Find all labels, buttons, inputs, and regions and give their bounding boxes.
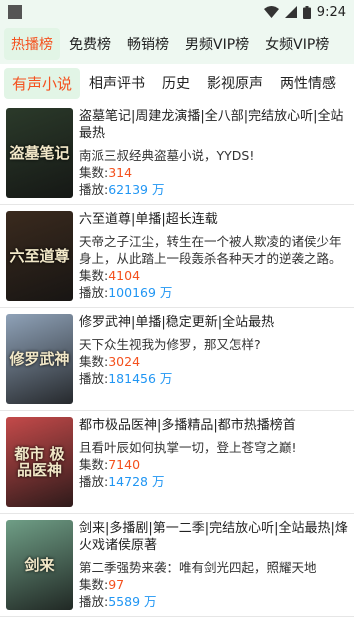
list-item[interactable]: 都市 极品医神 都市极品医神|多播精品|都市热播榜首 且看叶辰如何执掌一切，登上… — [0, 411, 354, 514]
primary-tabs: 热播榜 免费榜 畅销榜 男频VIP榜 女频VIP榜 — [0, 24, 354, 64]
tab-bestseller[interactable]: 畅销榜 — [120, 28, 176, 60]
play-value: 62139 万 — [108, 182, 165, 197]
cover-title: 剑来 — [24, 555, 55, 574]
book-info: 剑来|多播剧|第一二季|完结放心听|全站最热|烽火戏诸侯原著 第二季强势来袭：唯… — [73, 520, 350, 610]
play-count: 播放:181456 万 — [79, 370, 350, 387]
book-title: 修罗武神|单播|稳定更新|全站最热 — [79, 315, 275, 330]
episode-value: 314 — [108, 165, 133, 180]
tab-hot[interactable]: 热播榜 — [4, 28, 60, 60]
notification-icon — [8, 5, 22, 19]
episode-count: 集数:4104 — [79, 267, 350, 284]
list-item[interactable]: 六至道尊 六至道尊|单播|超长连载 天帝之子江尘，转生在一个被人欺凌的诸侯少年身… — [0, 205, 354, 308]
episode-value: 97 — [108, 577, 125, 592]
wifi-icon — [263, 6, 279, 18]
play-value: 100169 万 — [108, 285, 173, 300]
book-cover: 都市 极品医神 — [6, 417, 73, 507]
book-title: 六至道尊|单播|超长连载 — [79, 212, 218, 227]
book-info: 盗墓笔记|周建龙演播|全八部|完结放心听|全站最热 南派三叔经典盗墓小说，YYD… — [73, 108, 350, 198]
play-count: 播放:62139 万 — [79, 181, 350, 198]
tab-soundtrack[interactable]: 影视原声 — [199, 68, 271, 98]
battery-icon — [302, 5, 311, 19]
book-cover: 修罗武神 — [6, 314, 73, 404]
play-count: 播放:5589 万 — [79, 593, 350, 610]
list-item[interactable]: 剑来 剑来|多播剧|第一二季|完结放心听|全站最热|烽火戏诸侯原著 第二季强势来… — [0, 514, 354, 617]
signal-icon — [284, 6, 297, 18]
book-description: 南派三叔经典盗墓小说，YYDS! — [79, 148, 255, 163]
book-title: 盗墓笔记|周建龙演播|全八部|完结放心听|全站最热 — [79, 109, 344, 141]
episode-count: 集数:97 — [79, 576, 350, 593]
tab-female-vip[interactable]: 女频VIP榜 — [258, 28, 336, 60]
episode-value: 7140 — [108, 457, 141, 472]
cover-title: 修罗武神 — [9, 349, 70, 368]
episode-label: 集数: — [79, 165, 109, 180]
tab-history[interactable]: 历史 — [154, 68, 198, 98]
play-label: 播放: — [79, 285, 109, 300]
episode-count: 集数:314 — [79, 164, 350, 181]
status-time: 9:24 — [316, 4, 346, 20]
episode-label: 集数: — [79, 457, 109, 472]
episode-label: 集数: — [79, 577, 109, 592]
status-right: 9:24 — [263, 4, 346, 20]
tab-audio-novel[interactable]: 有声小说 — [4, 67, 81, 99]
episode-count: 集数:7140 — [79, 456, 350, 473]
tab-male-vip[interactable]: 男频VIP榜 — [178, 28, 256, 60]
cover-title: 盗墓笔记 — [9, 143, 70, 162]
tab-crosstalk[interactable]: 相声评书 — [81, 68, 153, 98]
play-count: 播放:14728 万 — [79, 473, 350, 490]
book-description: 天帝之子江尘，转生在一个被人欺凌的诸侯少年身上，从此踏上一段轰杀各种天才的逆袭之… — [79, 234, 342, 266]
play-label: 播放: — [79, 474, 109, 489]
play-value: 14728 万 — [108, 474, 165, 489]
episode-value: 3024 — [108, 354, 141, 369]
book-title: 剑来|多播剧|第一二季|完结放心听|全站最热|烽火戏诸侯原著 — [79, 521, 348, 553]
status-bar: 9:24 — [0, 0, 354, 24]
cover-title: 都市 极品医神 — [14, 444, 65, 479]
play-count: 播放:100169 万 — [79, 284, 350, 301]
secondary-tabs: 有声小说 相声评书 历史 影视原声 两性情感 — [0, 64, 354, 102]
episode-label: 集数: — [79, 354, 109, 369]
play-label: 播放: — [79, 371, 109, 386]
cover-title: 六至道尊 — [9, 246, 70, 265]
book-description: 第二季强势来袭：唯有剑光四起，照耀天地 — [79, 560, 317, 575]
book-title: 都市极品医神|多播精品|都市热播榜首 — [79, 418, 296, 433]
book-description: 且看叶辰如何执掌一切，登上苍穹之巅! — [79, 440, 297, 455]
book-cover: 剑来 — [6, 520, 73, 610]
book-info: 都市极品医神|多播精品|都市热播榜首 且看叶辰如何执掌一切，登上苍穹之巅! 集数… — [73, 417, 350, 507]
book-cover: 盗墓笔记 — [6, 108, 73, 198]
tab-relationships[interactable]: 两性情感 — [272, 68, 344, 98]
episode-label: 集数: — [79, 268, 109, 283]
episode-value: 4104 — [108, 268, 141, 283]
play-label: 播放: — [79, 182, 109, 197]
play-value: 5589 万 — [108, 594, 157, 609]
book-info: 修罗武神|单播|稳定更新|全站最热 天下众生视我为修罗，那又怎样? 集数:302… — [73, 314, 350, 404]
book-info: 六至道尊|单播|超长连载 天帝之子江尘，转生在一个被人欺凌的诸侯少年身上，从此踏… — [73, 211, 350, 301]
play-label: 播放: — [79, 594, 109, 609]
tab-free[interactable]: 免费榜 — [62, 28, 118, 60]
book-cover: 六至道尊 — [6, 211, 73, 301]
book-list: 盗墓笔记 盗墓笔记|周建龙演播|全八部|完结放心听|全站最热 南派三叔经典盗墓小… — [0, 102, 354, 617]
list-item[interactable]: 盗墓笔记 盗墓笔记|周建龙演播|全八部|完结放心听|全站最热 南派三叔经典盗墓小… — [0, 102, 354, 205]
episode-count: 集数:3024 — [79, 353, 350, 370]
list-item[interactable]: 修罗武神 修罗武神|单播|稳定更新|全站最热 天下众生视我为修罗，那又怎样? 集… — [0, 308, 354, 411]
play-value: 181456 万 — [108, 371, 173, 386]
book-description: 天下众生视我为修罗，那又怎样? — [79, 337, 261, 352]
